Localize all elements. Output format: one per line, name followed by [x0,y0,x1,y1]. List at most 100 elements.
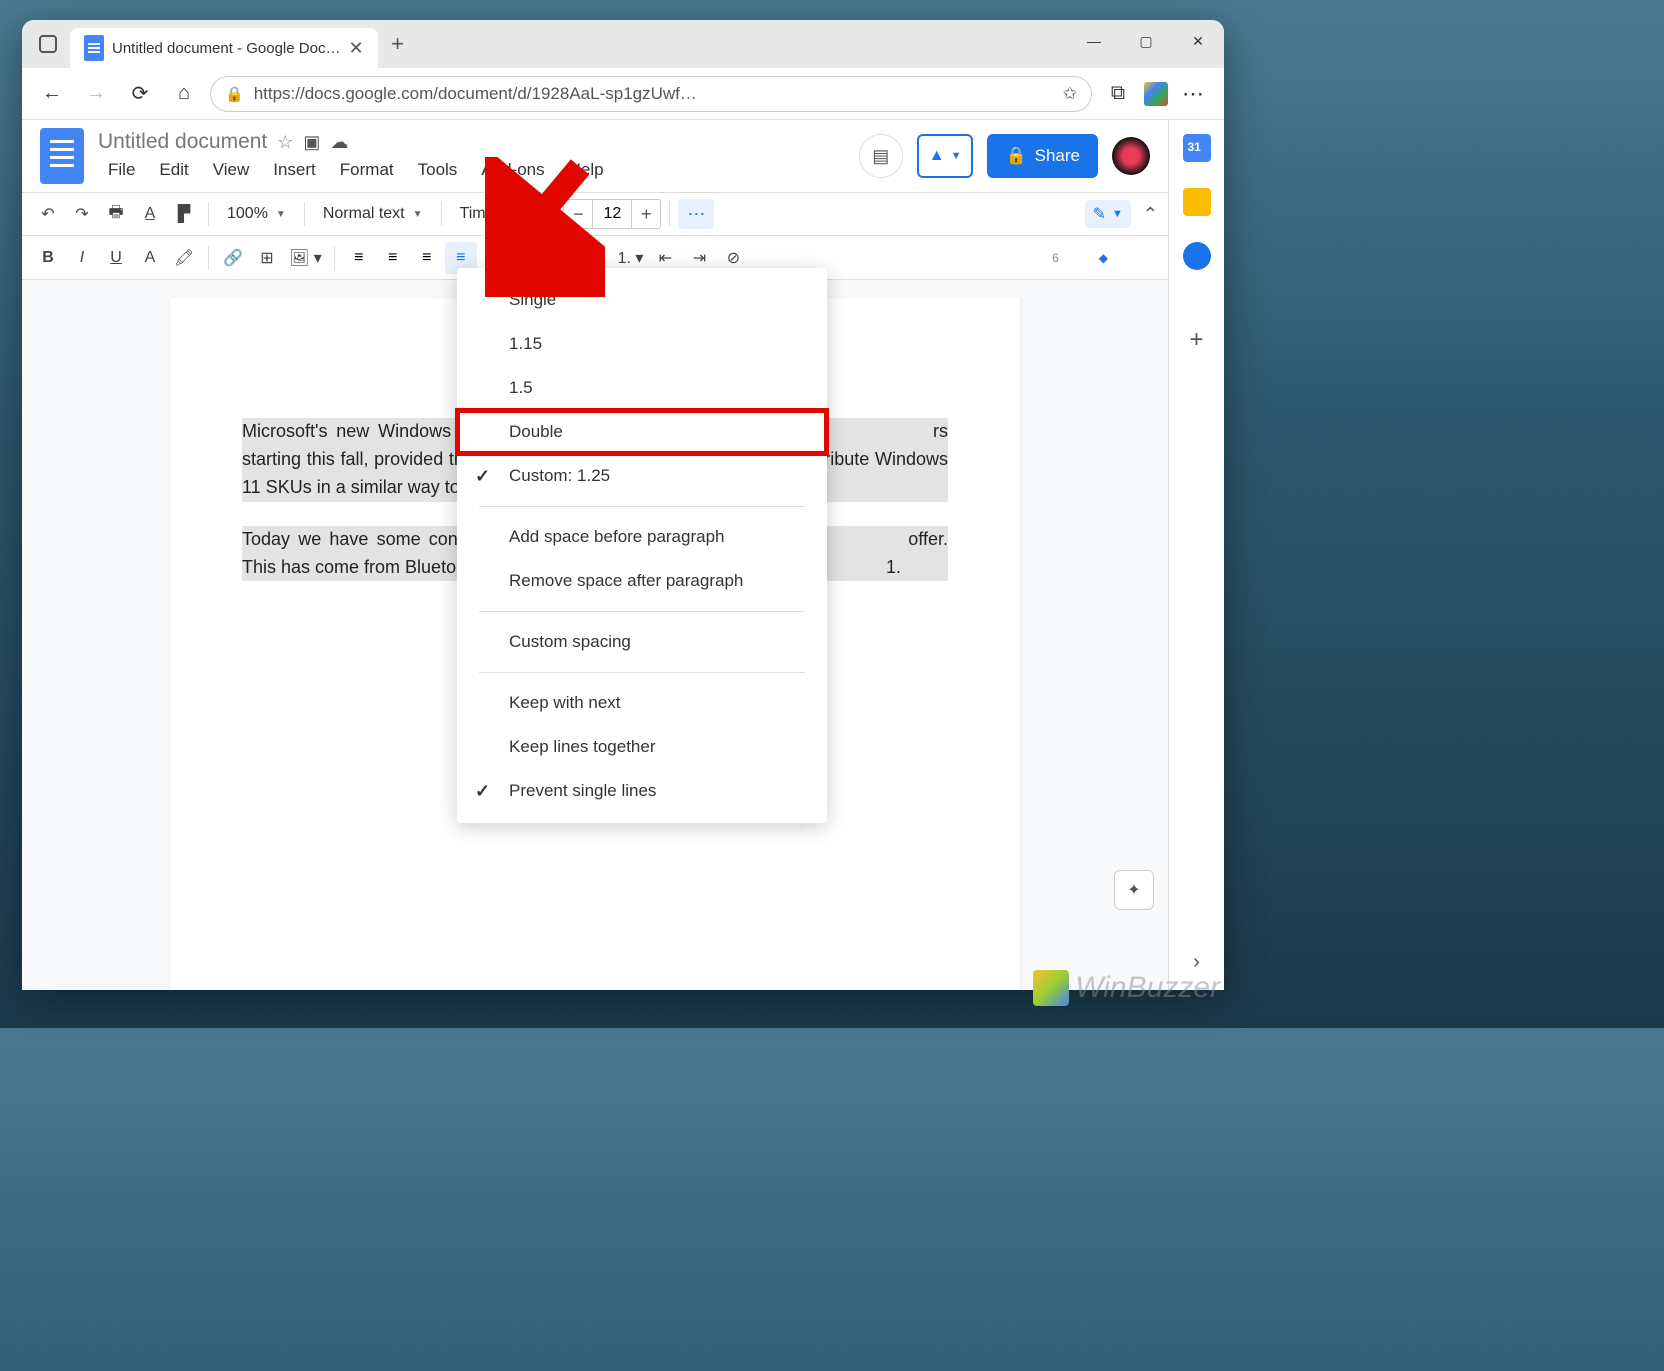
style-select[interactable]: Normal text ▼ [313,205,433,223]
ruler: 6 ◆ [1052,251,1158,265]
keep-lines-together[interactable]: Keep lines together [457,725,827,769]
extension-icon[interactable] [1144,82,1168,106]
back-button[interactable]: ← [34,76,70,112]
editing-mode-button[interactable]: ✎ ▼ [1085,200,1131,228]
title-bar: Untitled document - Google Doc… ✕ + — ▢ … [22,20,1224,68]
keep-with-next[interactable]: Keep with next [457,681,827,725]
explore-button[interactable]: ✦ [1114,870,1154,910]
insert-image-button[interactable]: 🖼 ▾ [285,242,326,274]
tab-overview-button[interactable] [26,20,70,68]
lock-icon: 🔒 [1005,146,1026,166]
move-icon[interactable]: ▣ [303,132,320,153]
menu-format[interactable]: Format [330,158,404,182]
caret-icon: ▼ [527,209,537,220]
decrease-font-button[interactable]: − [564,204,592,225]
add-sidebar-button[interactable]: + [1189,326,1203,354]
text-color-button[interactable]: A [134,242,166,274]
lock-icon: 🔒 [225,85,244,103]
tab-strip: Untitled document - Google Doc… ✕ + [22,20,418,68]
minimize-button[interactable]: — [1068,20,1120,62]
keep-icon[interactable] [1183,188,1211,216]
menu-file[interactable]: File [98,158,145,182]
document-title[interactable]: Untitled document [98,130,267,154]
font-size-group: − 12 + [563,199,661,229]
share-button[interactable]: 🔒 Share [987,134,1098,178]
window-controls: — ▢ ✕ [1068,20,1224,62]
user-avatar[interactable] [1112,137,1150,175]
address-bar[interactable]: 🔒 https://docs.google.com/document/d/192… [210,76,1092,112]
browser-window: Untitled document - Google Doc… ✕ + — ▢ … [22,20,1224,990]
side-panel: + › [1168,120,1224,990]
font-select[interactable]: Times N ▼ [450,205,547,223]
undo-button[interactable]: ↶ [32,198,64,230]
collections-button[interactable]: ⧉ [1100,76,1136,112]
remove-space-after[interactable]: Remove space after paragraph [457,559,827,603]
menu-separator [479,506,805,507]
menu-addons[interactable]: Add-ons [471,158,554,182]
docs-logo-icon[interactable] [40,128,84,184]
italic-button[interactable]: I [66,242,98,274]
print-button[interactable]: 🖶 [100,198,132,230]
browser-tab[interactable]: Untitled document - Google Doc… ✕ [70,28,378,68]
align-center-button[interactable]: ≡ [377,242,409,274]
ruler-mark: 6 [1052,251,1059,265]
cloud-status-icon[interactable]: ☁ [330,132,348,153]
spacing-double[interactable]: Double [457,410,827,454]
spacing-single[interactable]: Single [457,278,827,322]
menu-help[interactable]: Help [559,158,614,182]
bold-button[interactable]: B [32,242,64,274]
menu-bar: File Edit View Insert Format Tools Add-o… [98,158,614,182]
forward-button[interactable]: → [78,76,114,112]
caret-icon: ▼ [413,209,423,220]
highlight-button[interactable]: 🖍 [168,242,200,274]
spacing-15[interactable]: 1.5 [457,366,827,410]
menu-separator [479,672,805,673]
align-left-button[interactable]: ≡ [343,242,375,274]
increase-font-button[interactable]: + [632,204,660,225]
menu-tools[interactable]: Tools [408,158,468,182]
url-text: https://docs.google.com/document/d/1928A… [254,84,697,104]
star-icon[interactable]: ☆ [277,132,293,153]
toolbar-primary: ↶ ↷ 🖶 A̲ ▛ 100% ▼ Normal text ▼ Times N [22,192,1168,236]
browser-menu-button[interactable]: ⋯ [1176,76,1212,112]
insert-link-button[interactable]: 🔗 [217,242,249,274]
spellcheck-button[interactable]: A̲ [134,198,166,230]
spacing-115[interactable]: 1.15 [457,322,827,366]
style-value: Normal text [323,205,405,223]
watermark-logo-icon [1033,970,1069,1006]
menu-insert[interactable]: Insert [263,158,326,182]
tab-title: Untitled document - Google Doc… [112,40,340,57]
redo-button[interactable]: ↷ [66,198,98,230]
custom-spacing[interactable]: Custom spacing [457,620,827,664]
font-size-value[interactable]: 12 [592,200,632,228]
spacing-custom-current[interactable]: Custom: 1.25 [457,454,827,498]
insert-comment-button[interactable]: ⊞ [251,242,283,274]
pencil-icon: ✎ [1093,204,1106,224]
more-tools-button[interactable]: ⋯ [678,199,714,229]
present-button[interactable]: ▲ ▼ [917,134,974,178]
close-window-button[interactable]: ✕ [1172,20,1224,62]
paint-format-button[interactable]: ▛ [168,198,200,230]
calendar-icon[interactable] [1183,134,1211,162]
new-tab-button[interactable]: + [378,31,418,57]
align-right-button[interactable]: ≡ [411,242,443,274]
underline-button[interactable]: U [100,242,132,274]
menu-edit[interactable]: Edit [149,158,198,182]
maximize-button[interactable]: ▢ [1120,20,1172,62]
add-space-before[interactable]: Add space before paragraph [457,515,827,559]
caret-icon: ▼ [1112,208,1123,220]
tab-close-icon[interactable]: ✕ [348,38,363,59]
zoom-value: 100% [227,205,268,223]
home-button[interactable]: ⌂ [166,76,202,112]
menu-view[interactable]: View [203,158,260,182]
reload-button[interactable]: ⟳ [122,76,158,112]
docs-favicon [84,35,104,61]
favorite-star-icon[interactable]: ✩ [1063,84,1077,104]
tasks-icon[interactable] [1183,242,1211,270]
comments-button[interactable]: ▤ [859,134,903,178]
zoom-select[interactable]: 100% ▼ [217,205,296,223]
collapse-toolbar-button[interactable]: ⌃ [1143,204,1158,225]
prevent-single-lines[interactable]: Prevent single lines [457,769,827,813]
caret-icon: ▼ [276,209,286,220]
ruler-marker-icon[interactable]: ◆ [1099,251,1108,265]
